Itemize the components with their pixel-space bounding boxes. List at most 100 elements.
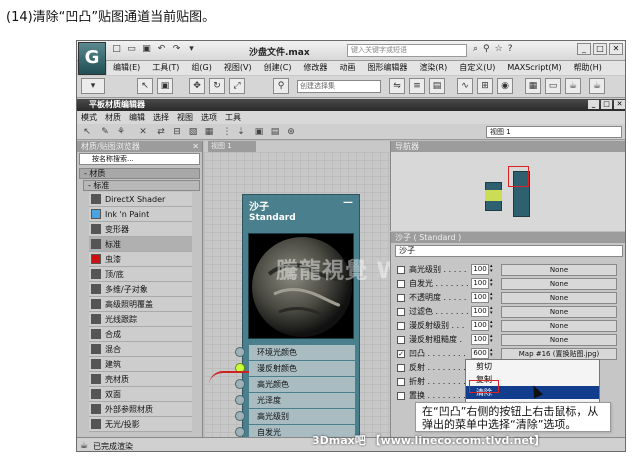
material-map-navigator-icon[interactable]: ▣ xyxy=(253,126,265,138)
list-item[interactable]: 光线跟踪 xyxy=(89,312,192,327)
close-button[interactable]: ✕ xyxy=(609,43,623,55)
view-selector[interactable]: 视图 1 xyxy=(486,126,622,138)
list-item[interactable]: 混合 xyxy=(89,342,192,357)
open-icon[interactable]: ▭ xyxy=(126,44,137,55)
slot-specular-level[interactable]: 高光级别 xyxy=(235,409,355,424)
sme-menu-options[interactable]: 选项 xyxy=(197,111,221,124)
hide-unused-icon[interactable]: ⊟ xyxy=(171,126,183,138)
amount-field[interactable]: 100 xyxy=(471,320,489,331)
list-item[interactable]: 建筑 xyxy=(89,357,192,372)
sme-menu-select[interactable]: 选择 xyxy=(149,111,173,124)
curve-editor-icon[interactable]: ∿ xyxy=(457,78,473,94)
minimize-button[interactable]: _ xyxy=(577,43,591,55)
rotate-icon[interactable]: ↻ xyxy=(209,78,225,94)
material-node[interactable]: 沙子 Standard — 环境光颜色 漫反射颜色 高光颜色 光泽度 高光级别 … xyxy=(209,194,360,444)
spinner-icon[interactable]: ▴ ▾ xyxy=(490,264,496,275)
node-header[interactable]: 沙子 Standard — xyxy=(243,195,359,225)
menu-tools[interactable]: 工具(T) xyxy=(146,61,185,75)
list-item[interactable]: Ink 'n Paint xyxy=(89,207,192,222)
category-materials[interactable]: - 材质 xyxy=(79,168,200,179)
amount-field[interactable]: 100 xyxy=(471,264,489,275)
sme-minimize-button[interactable]: _ xyxy=(588,100,599,109)
align-icon[interactable]: ≡ xyxy=(409,78,425,94)
map-enable-checkbox[interactable]: ✓ xyxy=(397,350,405,358)
list-item[interactable]: 虫漆 xyxy=(89,252,192,267)
maximize-button[interactable]: □ xyxy=(593,43,607,55)
menu-maxscript[interactable]: MAXScript(M) xyxy=(501,61,567,75)
list-item[interactable]: 合成 xyxy=(89,327,192,342)
sme-menu-modes[interactable]: 模式 xyxy=(77,111,101,124)
sme-menu-utilities[interactable]: 工具 xyxy=(221,111,245,124)
amount-field[interactable]: 100 xyxy=(471,306,489,317)
map-button[interactable]: None xyxy=(501,334,617,346)
show-background-icon[interactable]: ▦ xyxy=(203,126,215,138)
map-enable-checkbox[interactable] xyxy=(397,378,405,386)
menu-animation[interactable]: 动画 xyxy=(333,61,361,75)
move-icon[interactable]: ✥ xyxy=(189,78,205,94)
menu-views[interactable]: 视图(V) xyxy=(218,61,258,75)
render-frame-icon[interactable]: ▭ xyxy=(545,78,561,94)
subcategory-standard[interactable]: - 标准 xyxy=(83,180,200,191)
navigator-viewport-frame[interactable] xyxy=(508,166,529,187)
browser-close-icon[interactable]: ✕ xyxy=(192,141,199,152)
sme-close-button[interactable]: ✕ xyxy=(614,100,625,109)
favorite-icon[interactable]: ☆ xyxy=(495,44,503,54)
menu-help[interactable]: 帮助(H) xyxy=(568,61,608,75)
mirror-icon[interactable]: ⇋ xyxy=(389,78,405,94)
map-enable-checkbox[interactable] xyxy=(397,308,405,316)
sme-menu-view[interactable]: 视图 xyxy=(173,111,197,124)
redo-icon[interactable]: ↷ xyxy=(171,44,182,55)
socket-icon[interactable] xyxy=(235,395,245,405)
list-item[interactable]: 外部参照材质 xyxy=(89,402,192,417)
sme-menu-edit[interactable]: 编辑 xyxy=(125,111,149,124)
save-icon[interactable]: ▣ xyxy=(141,44,152,55)
menu-edit[interactable]: 编辑(E) xyxy=(107,61,146,75)
layout-children-icon[interactable]: ⇣ xyxy=(235,126,247,138)
socket-icon[interactable] xyxy=(235,347,245,357)
socket-icon[interactable] xyxy=(235,411,245,421)
amount-field[interactable]: 100 xyxy=(471,278,489,289)
slot-specular[interactable]: 高光颜色 xyxy=(235,377,355,392)
map-button[interactable]: None xyxy=(501,264,617,276)
layout-all-icon[interactable]: ⋮ xyxy=(221,126,233,138)
binoculars-icon[interactable]: ⌕ xyxy=(473,44,478,54)
spinner-icon[interactable]: ▴ ▾ xyxy=(490,278,496,289)
sme-maximize-button[interactable]: □ xyxy=(601,100,612,109)
named-selection-set[interactable]: 创建选择集 xyxy=(297,80,381,93)
amount-field[interactable]: 100 xyxy=(471,292,489,303)
map-button[interactable]: None xyxy=(501,278,617,290)
select-tool-icon[interactable]: ↖ xyxy=(81,126,93,138)
app-logo[interactable]: G xyxy=(78,42,106,75)
slot-diffuse[interactable]: 漫反射颜色 xyxy=(209,361,355,376)
map-enable-checkbox[interactable] xyxy=(397,364,405,372)
select-object-icon[interactable]: ↖ xyxy=(137,78,153,94)
map-enable-checkbox[interactable] xyxy=(397,336,405,344)
menu-group[interactable]: 组(G) xyxy=(185,61,217,75)
spinner-icon[interactable]: ▴ ▾ xyxy=(490,348,496,359)
socket-icon[interactable] xyxy=(235,427,245,437)
dropdown-icon[interactable]: ▾ xyxy=(186,44,197,55)
spinner-icon[interactable]: ▴ ▾ xyxy=(490,334,496,345)
select-by-material-icon[interactable]: ⊛ xyxy=(285,126,297,138)
selection-filter-dropdown[interactable]: ▾ xyxy=(81,78,105,94)
map-enable-checkbox[interactable] xyxy=(397,322,405,330)
collapse-icon[interactable]: — xyxy=(343,197,353,208)
list-item[interactable]: 变形器 xyxy=(89,222,192,237)
list-item[interactable]: 高级照明覆盖 xyxy=(89,297,192,312)
menu-item-cut[interactable]: 剪切 xyxy=(466,360,599,373)
list-item[interactable]: 多维/子对象 xyxy=(89,282,192,297)
menu-graph-editors[interactable]: 图形编辑器 xyxy=(361,61,413,75)
menu-create[interactable]: 创建(C) xyxy=(258,61,298,75)
navigator-view[interactable] xyxy=(391,152,625,231)
connect-icon[interactable]: ⚲ xyxy=(483,44,490,54)
undo-icon[interactable]: ↶ xyxy=(156,44,167,55)
slot-ambient[interactable]: 环境光颜色 xyxy=(235,345,355,360)
snap-icon[interactable]: ⚲ xyxy=(273,78,289,94)
sme-menu-material[interactable]: 材质 xyxy=(101,111,125,124)
render-setup-icon[interactable]: ▦ xyxy=(525,78,541,94)
map-enable-checkbox[interactable] xyxy=(397,294,405,302)
material-editor-icon[interactable]: ◉ xyxy=(497,78,513,94)
browser-search-input[interactable]: 按名称搜索... xyxy=(79,153,200,165)
show-map-icon[interactable]: ▧ xyxy=(187,126,199,138)
spinner-icon[interactable]: ▴ ▾ xyxy=(490,320,496,331)
